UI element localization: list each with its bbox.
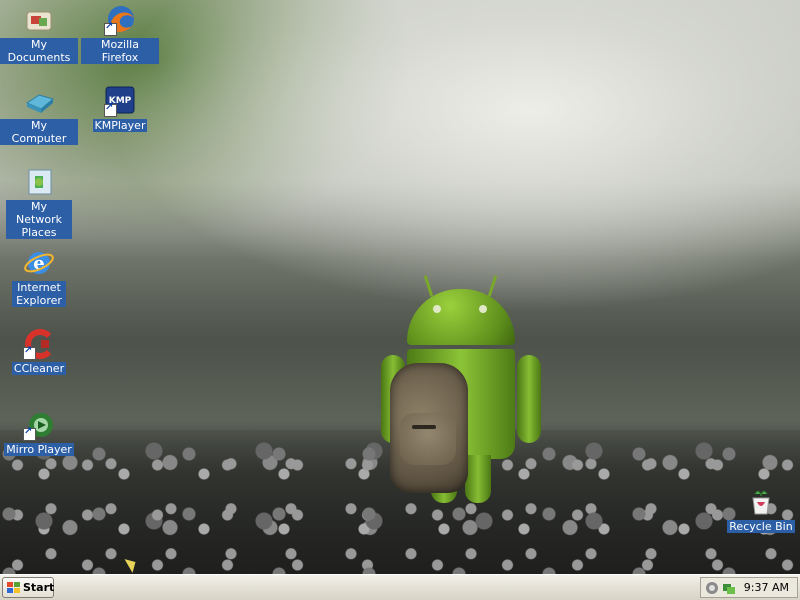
kmplayer-icon: KMP xyxy=(104,85,136,117)
internet-explorer-icon: e xyxy=(23,247,55,279)
icon-label: KMPlayer xyxy=(92,119,148,132)
network-places-icon xyxy=(23,166,55,198)
mirro-player-icon xyxy=(23,409,55,441)
computer-drive-icon xyxy=(23,85,55,117)
ccleaner-icon xyxy=(23,328,55,360)
start-label: Start xyxy=(23,581,55,594)
firefox-icon xyxy=(104,4,136,36)
folder-documents-icon xyxy=(23,4,55,36)
icon-label: Mirro Player xyxy=(4,443,74,456)
mirro-player-icon-item[interactable]: Mirro Player xyxy=(0,409,78,456)
start-button[interactable]: Start xyxy=(2,577,54,598)
my-network-places-icon-item[interactable]: My Network Places xyxy=(0,166,78,239)
icon-label: Internet Explorer xyxy=(12,281,66,307)
icon-label: Mozilla Firefox xyxy=(81,38,159,64)
windows-flag-icon xyxy=(7,582,20,594)
clock[interactable]: 9:37 AM xyxy=(744,581,789,594)
my-computer-icon-item[interactable]: My Computer xyxy=(0,85,78,145)
system-tray: 9:37 AM xyxy=(700,577,798,598)
mozilla-firefox-icon-item[interactable]: Mozilla Firefox xyxy=(81,4,159,64)
desktop-wallpaper: My Documents Mozilla Firefox My Computer… xyxy=(0,0,800,574)
network-icon[interactable] xyxy=(722,581,736,595)
recycle-bin-icon-item[interactable]: Recycle Bin xyxy=(722,486,800,533)
icon-label: CCleaner xyxy=(11,362,67,375)
speaker-icon[interactable] xyxy=(705,581,719,595)
icon-label: Recycle Bin xyxy=(727,520,795,533)
icon-label: My Computer xyxy=(0,119,78,145)
taskbar: Start 9:37 AM xyxy=(0,574,800,600)
ccleaner-icon-item[interactable]: CCleaner xyxy=(0,328,78,375)
android-robot-figure xyxy=(381,275,541,515)
my-documents-icon-item[interactable]: My Documents xyxy=(0,4,78,64)
recycle-bin-icon xyxy=(745,486,777,518)
icon-label: My Documents xyxy=(0,38,78,64)
internet-explorer-icon-item[interactable]: e Internet Explorer xyxy=(0,247,78,307)
icon-label: My Network Places xyxy=(6,200,72,239)
kmplayer-icon-item[interactable]: KMP KMPlayer xyxy=(81,85,159,132)
